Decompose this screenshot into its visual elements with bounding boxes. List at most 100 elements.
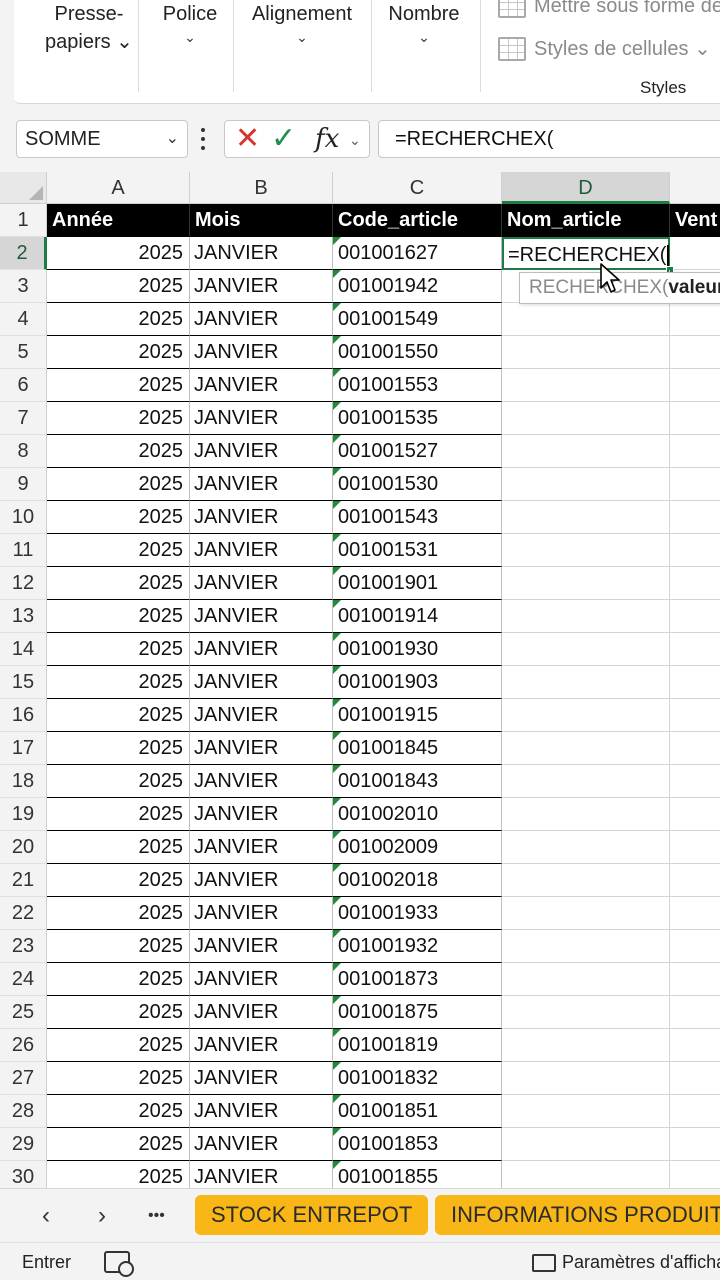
row-header[interactable]: 15: [0, 666, 47, 699]
cell-nom-article-editing[interactable]: =RECHERCHEX(: [502, 237, 670, 270]
cell-code-article[interactable]: 001001873: [333, 963, 502, 996]
cell-nom-article[interactable]: [502, 732, 670, 765]
cell-mois[interactable]: JANVIER: [190, 303, 333, 336]
row-header[interactable]: 19: [0, 798, 47, 831]
cell-nom-article[interactable]: [502, 435, 670, 468]
cell-mois[interactable]: JANVIER: [190, 699, 333, 732]
cell-code-article[interactable]: 001001855: [333, 1161, 502, 1188]
cell-annee[interactable]: 2025: [47, 798, 190, 831]
cell-annee[interactable]: 2025: [47, 831, 190, 864]
cell-code-article[interactable]: 001001530: [333, 468, 502, 501]
cell-mois[interactable]: JANVIER: [190, 1161, 333, 1188]
row-header[interactable]: 20: [0, 831, 47, 864]
cell-annee[interactable]: 2025: [47, 930, 190, 963]
cell-annee[interactable]: 2025: [47, 567, 190, 600]
cell-styles-button[interactable]: Styles de cellules ⌄: [498, 36, 711, 61]
row-header[interactable]: 6: [0, 369, 47, 402]
cell-nom-article[interactable]: [502, 1062, 670, 1095]
cell-mois[interactable]: JANVIER: [190, 435, 333, 468]
cell-annee[interactable]: 2025: [47, 666, 190, 699]
cell-code-article[interactable]: 001002010: [333, 798, 502, 831]
cell-nom-article[interactable]: [502, 468, 670, 501]
cell-mois[interactable]: JANVIER: [190, 666, 333, 699]
cell-annee[interactable]: 2025: [47, 501, 190, 534]
cell-nom-article[interactable]: [502, 600, 670, 633]
cell-annee[interactable]: 2025: [47, 1062, 190, 1095]
row-header[interactable]: 17: [0, 732, 47, 765]
cell-nom-article[interactable]: [502, 831, 670, 864]
cell-mois[interactable]: JANVIER: [190, 468, 333, 501]
cell-ventes[interactable]: [670, 600, 720, 633]
cell-code-article[interactable]: 001001903: [333, 666, 502, 699]
select-all-button[interactable]: [0, 172, 47, 204]
cell-annee[interactable]: 2025: [47, 237, 190, 270]
cell-nom-article[interactable]: [502, 402, 670, 435]
cell-code-article[interactable]: 001001535: [333, 402, 502, 435]
cell-ventes[interactable]: [670, 732, 720, 765]
cell-mois[interactable]: JANVIER: [190, 270, 333, 303]
cell-code-article[interactable]: 001001932: [333, 930, 502, 963]
cell-ventes[interactable]: [670, 1062, 720, 1095]
row-header[interactable]: 2: [0, 237, 47, 270]
cell-ventes[interactable]: [670, 798, 720, 831]
cell-nom-article[interactable]: [502, 765, 670, 798]
sheet-tab-stock-entrepot[interactable]: STOCK ENTREPOT: [195, 1195, 429, 1235]
cell-mois[interactable]: JANVIER: [190, 831, 333, 864]
more-options-icon[interactable]: [200, 128, 206, 150]
cell-ventes[interactable]: [670, 996, 720, 1029]
row-header[interactable]: 18: [0, 765, 47, 798]
row-header[interactable]: 12: [0, 567, 47, 600]
row-header[interactable]: 13: [0, 600, 47, 633]
cell-nom-article[interactable]: [502, 369, 670, 402]
cell-annee[interactable]: 2025: [47, 270, 190, 303]
chevron-down-icon[interactable]: ⌄: [166, 121, 179, 157]
cell-ventes[interactable]: [670, 303, 720, 336]
more-sheets-icon[interactable]: •••: [148, 1197, 165, 1235]
cell-mois[interactable]: JANVIER: [190, 1062, 333, 1095]
display-settings-button[interactable]: Paramètres d'affichage: [532, 1252, 720, 1273]
insert-function-icon[interactable]: fx: [315, 123, 339, 155]
cell-code-article[interactable]: 001001550: [333, 336, 502, 369]
cell-code-article[interactable]: 001001549: [333, 303, 502, 336]
next-sheet-icon[interactable]: ›: [98, 1197, 106, 1235]
row-header[interactable]: 9: [0, 468, 47, 501]
row-header[interactable]: 11: [0, 534, 47, 567]
cell-ventes[interactable]: [670, 699, 720, 732]
cell-ventes[interactable]: [670, 567, 720, 600]
cell-code-article[interactable]: 001001914: [333, 600, 502, 633]
prev-sheet-icon[interactable]: ‹: [42, 1197, 50, 1235]
cell-nom-article[interactable]: [502, 1095, 670, 1128]
cell-mois[interactable]: JANVIER: [190, 798, 333, 831]
chevron-down-icon[interactable]: ⌄: [349, 125, 361, 155]
cell-ventes[interactable]: [670, 501, 720, 534]
cell-annee[interactable]: 2025: [47, 765, 190, 798]
cell-mois[interactable]: JANVIER: [190, 633, 333, 666]
header-cell-ventes[interactable]: Vent: [670, 204, 720, 237]
cell-nom-article[interactable]: [502, 1161, 670, 1188]
cell-nom-article[interactable]: [502, 1029, 670, 1062]
column-header-d[interactable]: D: [502, 172, 670, 204]
cell-code-article[interactable]: 001001627: [333, 237, 502, 270]
cell-code-article[interactable]: 001001930: [333, 633, 502, 666]
cell-mois[interactable]: JANVIER: [190, 402, 333, 435]
column-header-b[interactable]: B: [190, 172, 333, 204]
cell-code-article[interactable]: 001001901: [333, 567, 502, 600]
cell-nom-article[interactable]: [502, 996, 670, 1029]
header-cell-code-article[interactable]: Code_article: [333, 204, 502, 237]
cell-mois[interactable]: JANVIER: [190, 600, 333, 633]
cell-code-article[interactable]: 001001527: [333, 435, 502, 468]
cell-ventes[interactable]: [670, 534, 720, 567]
cell-nom-article[interactable]: [502, 798, 670, 831]
cell-ventes[interactable]: [670, 765, 720, 798]
cell-ventes[interactable]: [670, 1161, 720, 1188]
cell-ventes[interactable]: [670, 930, 720, 963]
row-header[interactable]: 22: [0, 897, 47, 930]
row-header[interactable]: 25: [0, 996, 47, 1029]
cell-ventes[interactable]: [670, 864, 720, 897]
worksheet-grid[interactable]: A B C D 1 Année Mois Code_article Nom_ar…: [0, 172, 720, 1188]
header-cell-mois[interactable]: Mois: [190, 204, 333, 237]
row-header[interactable]: 26: [0, 1029, 47, 1062]
row-header[interactable]: 8: [0, 435, 47, 468]
cell-mois[interactable]: JANVIER: [190, 765, 333, 798]
cell-mois[interactable]: JANVIER: [190, 864, 333, 897]
